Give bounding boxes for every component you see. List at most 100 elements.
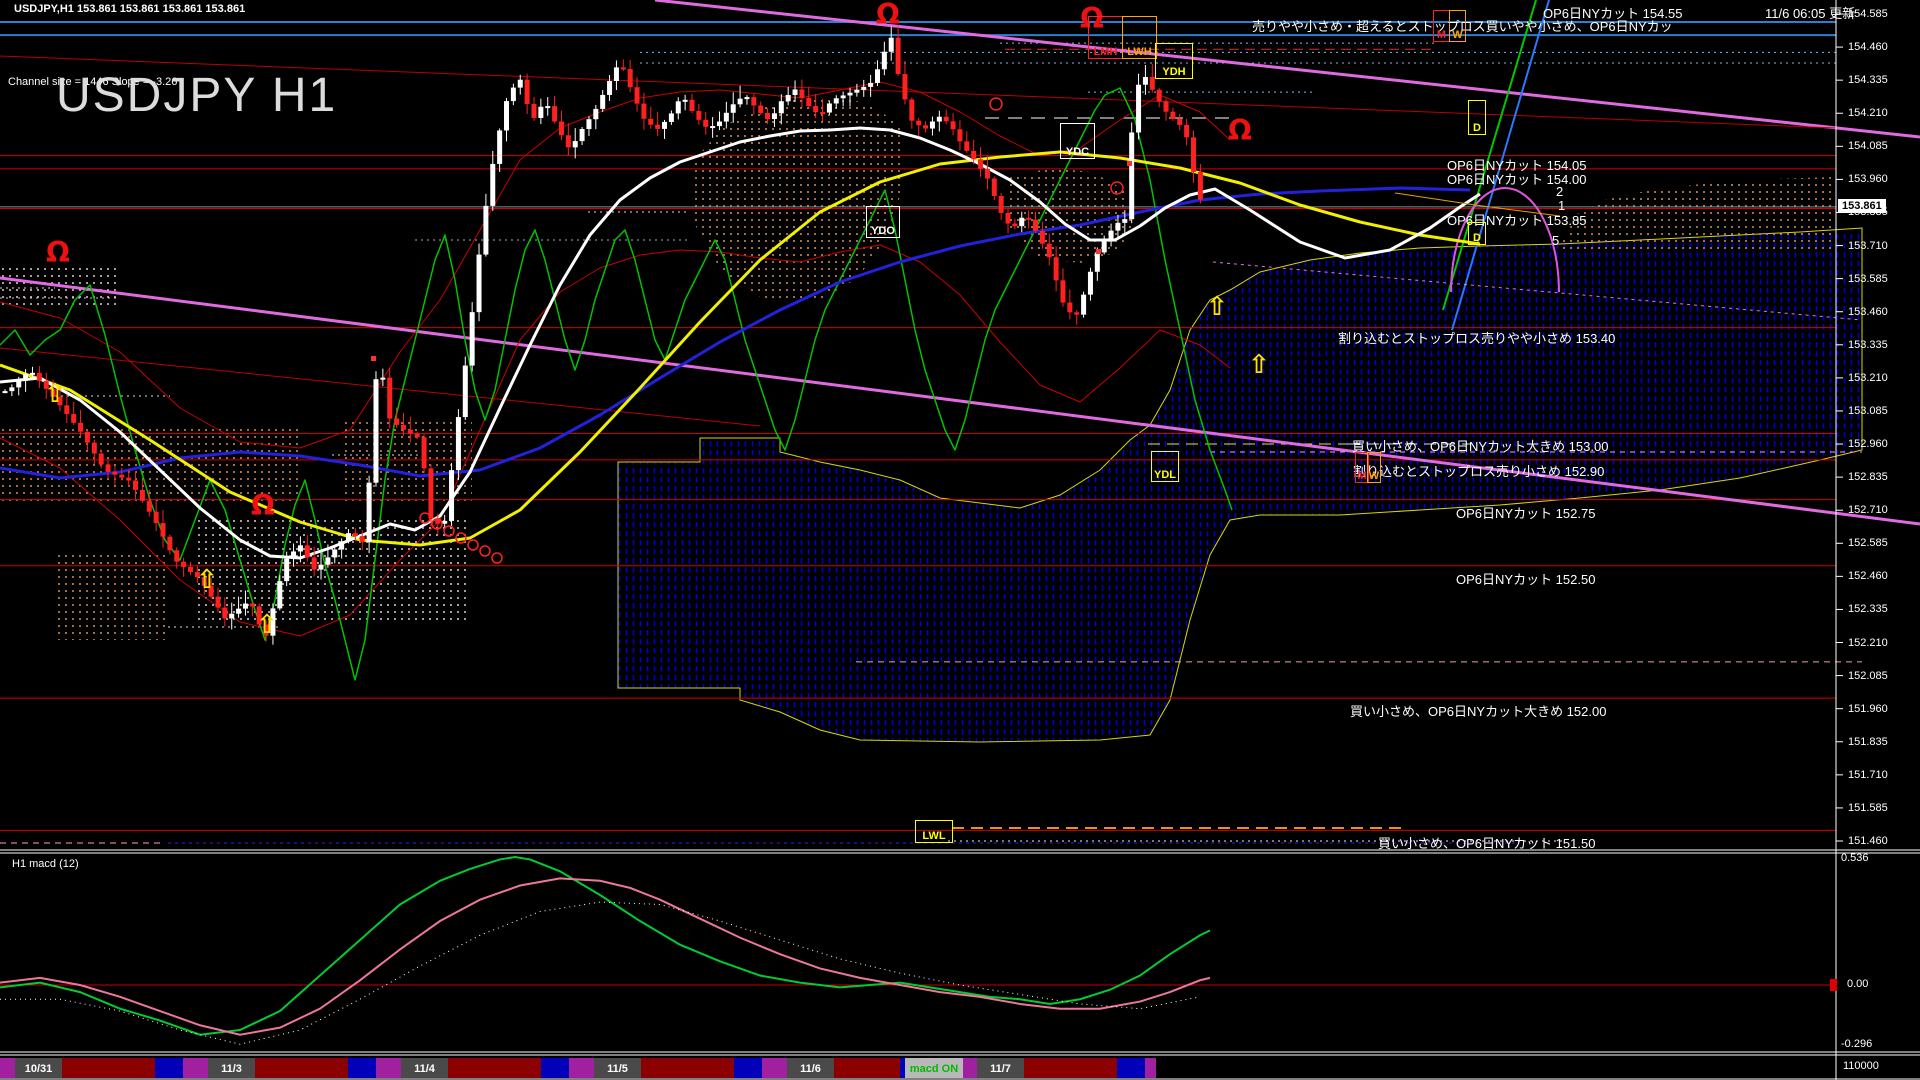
volume-scale-label: 110000 bbox=[1843, 1060, 1879, 1072]
sell-signal-icon: Ω bbox=[876, 0, 900, 31]
level-label-text: M bbox=[1436, 29, 1447, 41]
price-annotation: 1 bbox=[1558, 198, 1566, 213]
price-axis-label: 151.835 bbox=[1848, 735, 1888, 748]
buy-signal-icon: ⇧ bbox=[1248, 350, 1270, 380]
price-annotation: OP6日NYカット 154.00 bbox=[1447, 172, 1587, 187]
order-marker-square bbox=[1127, 161, 1132, 166]
buy-signal-icon: ⇧ bbox=[1206, 292, 1228, 322]
price-axis-label: 152.085 bbox=[1848, 669, 1888, 682]
date-tick-label: 11/3 bbox=[221, 1063, 242, 1075]
price-axis-label: 152.335 bbox=[1848, 603, 1888, 616]
price-annotation: 買い小さめ、OP6日NYカット大きめ 153.00 bbox=[1352, 439, 1609, 454]
price-axis-label: 152.710 bbox=[1848, 504, 1888, 517]
level-label-text: YDO bbox=[871, 225, 895, 237]
level-label-text: YDL bbox=[1154, 469, 1176, 481]
price-axis-label: 151.960 bbox=[1848, 702, 1888, 715]
date-tick-label: 11/7 bbox=[990, 1063, 1011, 1075]
price-axis-label: 153.085 bbox=[1848, 404, 1888, 417]
price-axis-label: 151.585 bbox=[1848, 801, 1888, 814]
price-axis-label: 154.085 bbox=[1848, 140, 1888, 153]
price-axis-label: 153.710 bbox=[1848, 239, 1888, 252]
trade-marker-circle bbox=[467, 539, 479, 551]
ichimoku-cloud bbox=[617, 227, 1863, 743]
level-label-box-m[interactable]: M bbox=[1433, 10, 1450, 42]
price-axis-label: 153.585 bbox=[1848, 272, 1888, 285]
price-axis-label: 152.960 bbox=[1848, 438, 1888, 451]
price-axis-label: 151.460 bbox=[1848, 835, 1888, 847]
price-axis-label: 153.335 bbox=[1848, 338, 1888, 351]
price-annotation: OP6日NYカット 152.50 bbox=[1456, 572, 1596, 587]
price-axis-label: 152.585 bbox=[1848, 537, 1888, 550]
date-tick-label: 11/6 bbox=[800, 1063, 821, 1075]
macd-main bbox=[0, 856, 1211, 1036]
price-axis-label: 154.585 bbox=[1848, 8, 1888, 20]
level-label-box-d[interactable]: D bbox=[1468, 100, 1486, 135]
current-price-box: 153.861 bbox=[1838, 199, 1886, 213]
level-label-text: LWL bbox=[922, 830, 946, 842]
price-axis-label: 151.710 bbox=[1848, 768, 1888, 781]
level-label-box-lwh[interactable]: LWH bbox=[1122, 16, 1157, 59]
order-marker-square bbox=[1096, 249, 1101, 254]
chart-watermark: USDJPY H1 bbox=[56, 69, 338, 122]
date-tick-label: 10/31 bbox=[25, 1063, 53, 1075]
buy-signal-icon: ⇧ bbox=[196, 565, 218, 595]
sell-signal-icon: Ω bbox=[1228, 114, 1252, 147]
price-axis-label: 153.960 bbox=[1848, 173, 1888, 186]
price-axis-label: 152.460 bbox=[1848, 570, 1888, 583]
price-axis-label: 153.210 bbox=[1848, 371, 1888, 384]
orange-dotted-region bbox=[55, 552, 168, 640]
level-label-text: LWH bbox=[1127, 46, 1152, 58]
level-label-box-ydc[interactable]: YDC bbox=[1060, 123, 1095, 159]
level-label-box-ydl[interactable]: YDL bbox=[1151, 451, 1179, 482]
level-label-box-lmh[interactable]: LMH bbox=[1088, 16, 1123, 59]
order-marker-square bbox=[371, 356, 376, 361]
symbol-ohlc-line: USDJPY,H1 153.861 153.861 153.861 153.86… bbox=[14, 3, 246, 15]
level-label-box-w[interactable]: W bbox=[1449, 10, 1466, 42]
level-label-text: LMH bbox=[1093, 46, 1118, 58]
date-tick-label: 11/5 bbox=[607, 1063, 628, 1075]
mt4-chart-window: Ω Ω Ω Ω Ω ⇧ ⇧ ⇧ ⇧ ⇧ 10/31 11/3 11/4 11/5 11/6 macd ON 11… bbox=[0, 0, 1920, 1080]
macd-axis-max: 0.536 bbox=[1841, 852, 1869, 864]
price-axis-label: 152.835 bbox=[1848, 471, 1888, 484]
price-annotation: 2 bbox=[1556, 184, 1564, 199]
price-axis-label: 154.335 bbox=[1848, 74, 1888, 87]
macd-axis-zero: 0.00 bbox=[1847, 978, 1869, 990]
price-annotation: 割り込むとストップロス売りやや小さめ 153.40 bbox=[1338, 331, 1616, 346]
env-upper bbox=[0, 81, 1231, 449]
buy-signal-icon: ⇧ bbox=[256, 610, 278, 640]
trade-marker-circle bbox=[989, 97, 1003, 111]
session-bar bbox=[0, 1058, 1156, 1078]
level-label-text: YDC bbox=[1065, 146, 1090, 158]
price-annotation: 買い小さめ、OP6日NYカット大きめ 152.00 bbox=[1350, 704, 1607, 719]
price-annotation: OP6日NYカット 152.75 bbox=[1456, 506, 1596, 521]
level-label-box-ydo[interactable]: YDO bbox=[866, 206, 900, 238]
macd-signal bbox=[0, 877, 1211, 1036]
sell-signal-icon: Ω bbox=[46, 236, 70, 269]
price-axis-label: 153.460 bbox=[1848, 305, 1888, 318]
orange-dotted-region bbox=[1558, 177, 1835, 253]
level-label-text: W bbox=[1368, 470, 1380, 482]
buy-signal-icon: ⇧ bbox=[44, 379, 66, 409]
macd-third bbox=[0, 901, 1201, 1045]
level-label-box-lwl[interactable]: LWL bbox=[915, 820, 953, 843]
price-annotation: 5 bbox=[1552, 233, 1560, 248]
level-label-box-d[interactable]: D bbox=[1468, 222, 1486, 245]
level-label-box-ydh[interactable]: YDH bbox=[1155, 43, 1193, 79]
price-axis-label: 152.210 bbox=[1848, 636, 1888, 649]
price-axis-label: 154.460 bbox=[1848, 41, 1888, 54]
macd-on-label: macd ON bbox=[910, 1063, 958, 1075]
level-label-text: D bbox=[1473, 122, 1481, 134]
trade-marker-circle bbox=[491, 552, 503, 564]
price-chart-canvas[interactable]: ΩΩΩ ΩΩ⇧⇧⇧⇧⇧10/31 11/3 11/4 11/5 11/6 macd ON 11… bbox=[0, 0, 1920, 1080]
level-label-text: YDH bbox=[1162, 66, 1186, 78]
level-label-text: W bbox=[1452, 29, 1463, 41]
price-axis-label: 154.210 bbox=[1848, 107, 1888, 120]
level-label-box-w[interactable]: W bbox=[1367, 452, 1381, 483]
price-annotation: 割り込むとストップロス売り小さめ 152.90 bbox=[1353, 464, 1605, 479]
macd-zero-axis-marker bbox=[1830, 979, 1837, 991]
macd-axis-min: -0.296 bbox=[1841, 1038, 1873, 1050]
sell-signal-icon: Ω bbox=[251, 489, 275, 522]
level-label-text: D bbox=[1473, 232, 1481, 244]
trade-marker-circle bbox=[479, 545, 491, 557]
price-annotation: 買い小さめ、OP6日NYカット 151.50 bbox=[1378, 836, 1596, 851]
